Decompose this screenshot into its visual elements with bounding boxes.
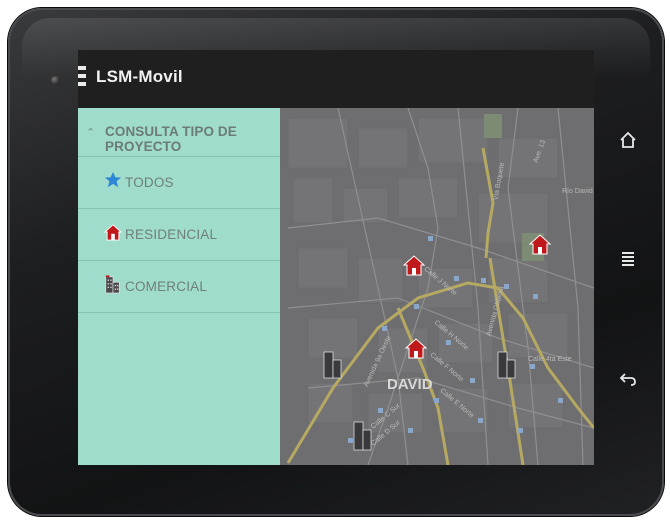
drawer-item-label: TODOS [125,175,174,190]
chevron-up-icon: ⌃ [86,127,96,139]
drawer-section-header[interactable]: ⌃ CONSULTA TIPO DE PROYECTO [78,108,280,157]
map-house-marker [402,255,426,276]
map-street-label: Río David [562,188,593,195]
drawer-item-todos[interactable]: TODOS [78,157,280,209]
drawer-item-label: RESIDENCIAL [125,227,218,242]
back-icon[interactable] [616,366,640,390]
drawer-item-label: COMERCIAL [125,279,208,294]
screen: DAVID Calle 4ta Este Avenida Obaldia Ave… [78,50,594,465]
system-nav-bar [616,0,640,520]
drawer-item-comercial[interactable]: COMERCIAL [78,261,280,313]
drawer-header-label: CONSULTA TIPO DE PROYECTO [105,124,237,154]
navigation-drawer: ⌃ CONSULTA TIPO DE PROYECTO TODOS RESIDE… [78,108,280,465]
app-title: LSM-Movil [96,67,183,86]
app-bar: LSM-Movil [78,50,594,108]
star-icon [104,171,122,188]
menu-key-icon[interactable] [616,246,640,270]
house-icon [104,224,122,241]
menu-icon[interactable] [78,66,86,92]
front-camera [51,76,60,85]
map-city-label: DAVID [387,376,433,393]
drawer-item-residencial[interactable]: RESIDENCIAL [78,209,280,261]
map-street-label: Calle 4ta Este [528,356,572,363]
home-icon[interactable] [616,128,640,152]
building-icon [105,275,120,294]
